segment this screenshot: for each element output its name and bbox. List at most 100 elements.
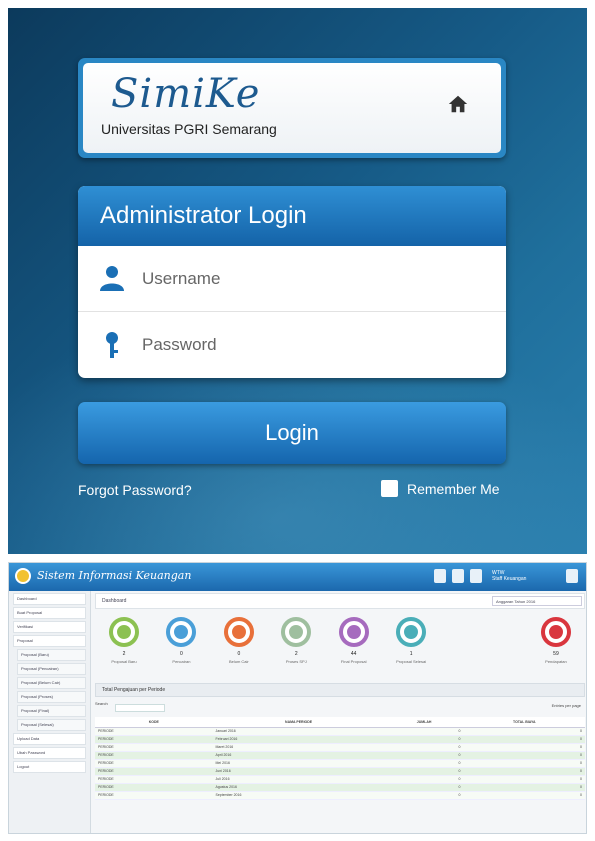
table-cell: 0 — [463, 791, 585, 800]
stat-value: 0 — [237, 651, 241, 657]
stat-core — [174, 625, 189, 639]
sidebar-item[interactable]: Verifikasi — [13, 621, 86, 633]
sidebar-item[interactable]: Proposal (Pencairan) — [17, 663, 86, 675]
stat-value: 2 — [122, 651, 126, 657]
stat-card[interactable]: 2 Proposal Baru — [99, 617, 149, 679]
table-row: PERIODE Mei 2016 0 0 — [95, 759, 585, 768]
user-icon — [100, 266, 124, 291]
search-input[interactable] — [115, 704, 165, 712]
stat-label: Final Proposal — [340, 659, 367, 664]
sidebar-item[interactable]: Proposal (Final) — [17, 705, 86, 717]
stat-core — [404, 625, 419, 639]
breadcrumb-label: Dashboard — [102, 598, 127, 604]
stat-card[interactable]: 0 Belum Cair — [214, 617, 264, 679]
stat-ring-icon — [166, 617, 197, 647]
page-size-select[interactable]: Entries per page — [552, 703, 581, 708]
sidebar-item[interactable]: Logout — [13, 761, 86, 773]
stat-card[interactable]: 1 Proposal Selesai — [386, 617, 436, 679]
table-cell: PERIODE — [95, 751, 213, 760]
year-select[interactable]: Anggaran Tahun 2016 — [492, 596, 582, 606]
column-header[interactable]: NAMA PERIODE — [212, 717, 385, 728]
table-cell: 0 — [463, 751, 585, 760]
mail-icon[interactable] — [434, 569, 446, 583]
sidebar-item[interactable]: Proposal (Baru) — [17, 649, 86, 661]
user-info[interactable]: WTW Staff Keuangan — [492, 570, 540, 582]
home-icon[interactable] — [447, 93, 469, 115]
column-header[interactable]: JUMLAH — [384, 717, 464, 728]
sidebar-item[interactable]: Proposal (Belum Cair) — [17, 677, 86, 689]
university-name: Universitas PGRI Semarang — [101, 121, 277, 137]
stat-label: Proposal Selesai — [396, 659, 427, 664]
table-cell: 0 — [384, 791, 464, 800]
table-cell: Januari 2016 — [212, 727, 385, 736]
institution-logo — [15, 568, 31, 584]
dashboard-screenshot: Sistem Informasi Keuangan WTW Staff Keua… — [8, 562, 587, 834]
table-row: PERIODE April 2016 0 0 — [95, 751, 585, 760]
table-cell: PERIODE — [95, 783, 213, 792]
table-cell: PERIODE — [95, 735, 213, 744]
table-row: PERIODE Maret 2016 0 0 — [95, 743, 585, 752]
column-header[interactable]: TOTAL BIAYA — [463, 717, 585, 728]
table-cell: 0 — [384, 775, 464, 784]
column-header[interactable]: KODE — [95, 717, 213, 728]
table-cell: 0 — [463, 783, 585, 792]
table-cell: 0 — [463, 735, 585, 744]
remember-checkbox[interactable] — [381, 480, 398, 497]
stat-core — [231, 625, 246, 639]
sidebar-item[interactable]: Dashboard — [13, 593, 86, 605]
table-cell: PERIODE — [95, 775, 213, 784]
stat-core — [289, 625, 304, 639]
table-cell: PERIODE — [95, 727, 213, 736]
table-controls: Search Entries per page — [95, 701, 585, 717]
login-form: Administrator Login — [78, 186, 506, 378]
stat-label: Pendapatan — [545, 659, 567, 664]
login-title: Administrator Login — [78, 186, 506, 246]
table-cell: 0 — [463, 775, 585, 784]
table-cell: Maret 2016 — [212, 743, 385, 752]
stat-card[interactable]: 59 Pendapatan — [531, 617, 581, 679]
table-row: PERIODE September 2016 0 0 — [95, 791, 585, 800]
key-icon — [106, 332, 118, 358]
settings-icon[interactable] — [566, 569, 578, 583]
table-row: PERIODE Agustus 2016 0 0 — [95, 783, 585, 792]
sidebar-item[interactable]: Upload Data — [13, 733, 86, 745]
stat-ring-icon — [338, 617, 369, 647]
password-input[interactable] — [142, 330, 472, 360]
sidebar-item[interactable]: Proposal (Proses) — [17, 691, 86, 703]
stat-card[interactable]: 0 Pencairan — [156, 617, 206, 679]
notification-icon[interactable] — [452, 569, 464, 583]
table-row: PERIODE Januari 2016 0 0 — [95, 727, 585, 736]
stat-ring-icon — [540, 617, 571, 647]
stat-card[interactable]: 2 Proses SPJ — [271, 617, 321, 679]
table-row: PERIODE Februari 2016 0 0 — [95, 735, 585, 744]
sidebar: Dashboard Buat Proposal Verifikasi Proposal… — [9, 591, 91, 833]
table-cell: 0 — [384, 727, 464, 736]
stat-value: 1 — [409, 651, 413, 657]
stat-ring-icon — [109, 617, 139, 647]
sidebar-item[interactable]: Buat Proposal — [13, 607, 86, 619]
main-content: Dashboard Anggaran Tahun 2016 2 Proposal … — [95, 593, 585, 833]
stat-label: Pencairan — [172, 659, 191, 664]
table-cell: 0 — [384, 767, 464, 776]
stat-value: 59 — [553, 651, 559, 657]
period-table: KODE NAMA PERIODE JUMLAH TOTAL BIAYA PERIOD… — [95, 717, 585, 800]
login-screen: SimiKe Universitas PGRI Semarang Adminis… — [8, 8, 587, 554]
table-cell: 0 — [384, 751, 464, 760]
user-avatar[interactable] — [470, 569, 482, 583]
stat-value: 44 — [350, 651, 357, 657]
stat-ring-icon — [223, 617, 254, 647]
sidebar-item[interactable]: Ubah Password — [13, 747, 86, 759]
forgot-password-link[interactable]: Forgot Password? — [78, 482, 192, 498]
stat-value: 0 — [180, 651, 183, 657]
sidebar-item[interactable]: Proposal (Selesai) — [17, 719, 86, 731]
table-row: PERIODE Juni 2016 0 0 — [95, 767, 585, 776]
table-cell: PERIODE — [95, 767, 213, 776]
remember-me[interactable]: Remember Me — [381, 480, 500, 497]
stat-ring-icon — [281, 617, 312, 647]
username-input[interactable] — [142, 264, 472, 294]
login-button[interactable]: Login — [78, 402, 506, 464]
stat-card[interactable]: 44 Final Proposal — [329, 617, 379, 679]
table-cell: Agustus 2016 — [212, 783, 385, 792]
sidebar-item[interactable]: Proposal — [13, 635, 86, 647]
table-cell: PERIODE — [95, 791, 213, 800]
